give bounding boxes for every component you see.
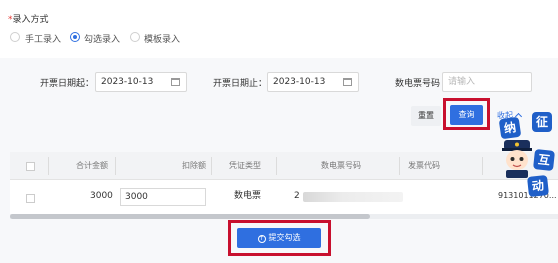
entry-mode-label: 录入方式: [12, 15, 49, 25]
table-header: 合计金额 扣除额 凭证类型 数电票号码 发票代码: [10, 152, 558, 180]
invoice-number-label: 数电票号码: [395, 79, 441, 89]
cell-total-amount: 3000: [90, 191, 113, 201]
row-checkbox[interactable]: [26, 194, 35, 203]
select-all-checkbox[interactable]: [26, 162, 35, 171]
cell-invoice-number: 2: [294, 191, 300, 201]
horizontal-scrollbar[interactable]: [10, 214, 558, 219]
submit-check-label: 提交勾选: [268, 233, 301, 242]
header-deduction: 扣除额: [182, 161, 206, 170]
column-divider: [115, 157, 116, 175]
invoice-number-placeholder: 请输入: [448, 77, 476, 87]
column-divider: [211, 157, 212, 175]
radio-template-entry[interactable]: [130, 32, 140, 42]
end-date-label: 开票日期止：: [213, 79, 268, 89]
mascot-widget[interactable]: 征 纳 互 动: [494, 112, 558, 208]
scrollbar-thumb[interactable]: [10, 214, 370, 219]
start-date-input[interactable]: 2023-10-13: [95, 72, 187, 92]
reset-button[interactable]: 重置: [411, 106, 441, 126]
mascot-char-2: 纳: [498, 116, 522, 140]
radio-manual-entry-label[interactable]: 手工录入: [25, 32, 61, 45]
header-invoice-number: 数电票号码: [321, 161, 361, 170]
calendar-icon: [171, 78, 180, 86]
query-button[interactable]: 查询: [450, 105, 483, 125]
mascot-char-3: 互: [533, 149, 555, 171]
column-divider: [48, 157, 49, 175]
start-date-label: 开票日期起：: [40, 79, 95, 89]
entry-mode-title: *录入方式: [8, 12, 49, 25]
submit-check-button[interactable]: ↑ 提交勾选: [237, 228, 321, 248]
calendar-icon: [343, 78, 352, 86]
upload-icon: ↑: [257, 235, 266, 243]
mascot-avatar-icon: [502, 140, 532, 178]
column-divider: [276, 157, 277, 175]
end-date-input[interactable]: 2023-10-13: [267, 72, 359, 92]
end-date-value: 2023-10-13: [273, 77, 326, 87]
column-divider: [399, 157, 400, 175]
redacted-invoice-number: [303, 192, 403, 202]
header-voucher-type: 凭证类型: [229, 161, 261, 170]
radio-check-entry-label[interactable]: 勾选录入: [84, 32, 120, 45]
invoice-table: 合计金额 扣除额 凭证类型 数电票号码 发票代码 3000 3000 数电票 2…: [10, 152, 558, 214]
cell-voucher-type: 数电票: [234, 191, 262, 201]
start-date-value: 2023-10-13: [101, 77, 154, 87]
header-total-amount: 合计金额: [76, 161, 108, 170]
mascot-char-4: 动: [527, 175, 549, 197]
radio-check-entry[interactable]: [70, 32, 80, 42]
invoice-number-input[interactable]: 请输入: [442, 72, 532, 92]
header-invoice-code: 发票代码: [408, 161, 440, 170]
column-divider: [482, 157, 483, 175]
radio-template-entry-label[interactable]: 模板录入: [144, 32, 180, 45]
radio-manual-entry[interactable]: [10, 32, 20, 42]
mascot-char-1: 征: [532, 112, 552, 132]
deduction-input[interactable]: 3000: [120, 188, 206, 206]
